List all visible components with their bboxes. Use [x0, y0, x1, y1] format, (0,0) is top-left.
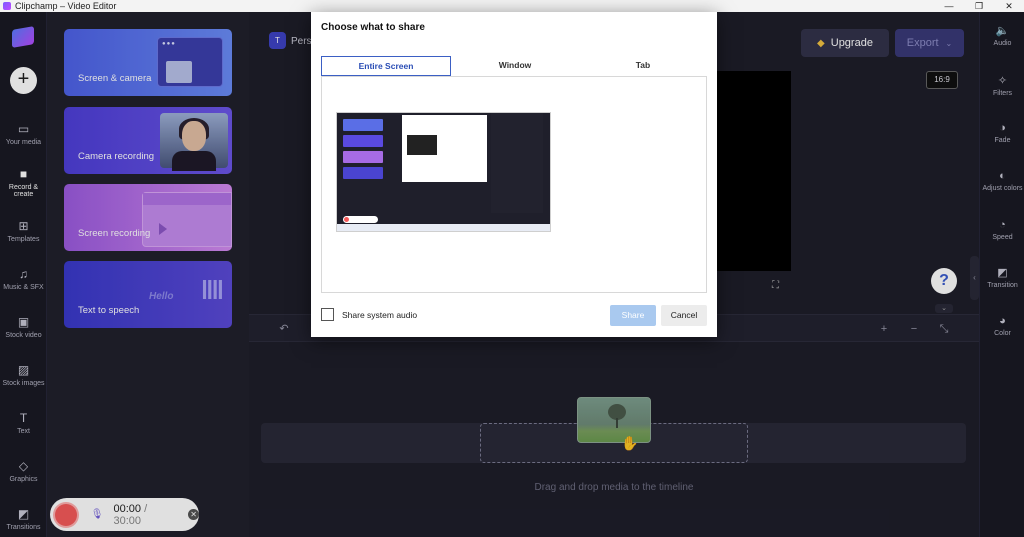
close-window-button[interactable]: ✕: [994, 1, 1024, 12]
window-title: Clipchamp – Video Editor: [15, 1, 117, 11]
cancel-button[interactable]: Cancel: [661, 305, 707, 326]
screen-preview-thumbnail[interactable]: [336, 112, 551, 232]
window-controls: — ❐ ✕: [934, 1, 1024, 12]
tab-entire-screen[interactable]: Entire Screen: [321, 56, 451, 76]
dialog-title: Choose what to share: [321, 22, 425, 33]
minimize-button[interactable]: —: [934, 1, 964, 12]
clipchamp-app-icon: [3, 2, 11, 10]
share-audio-checkbox[interactable]: [321, 308, 334, 321]
share-audio-label: Share system audio: [342, 310, 418, 320]
tab-window[interactable]: Window: [451, 56, 579, 76]
share-source-tabs: Entire Screen Window Tab: [321, 56, 707, 76]
share-button[interactable]: Share: [610, 305, 656, 326]
tab-tab[interactable]: Tab: [579, 56, 707, 76]
title-bar: Clipchamp – Video Editor — ❐ ✕: [0, 0, 1024, 12]
screen-options-area: [321, 76, 707, 293]
share-screen-dialog: Choose what to share Entire Screen Windo…: [311, 12, 717, 337]
maximize-button[interactable]: ❐: [964, 1, 994, 12]
